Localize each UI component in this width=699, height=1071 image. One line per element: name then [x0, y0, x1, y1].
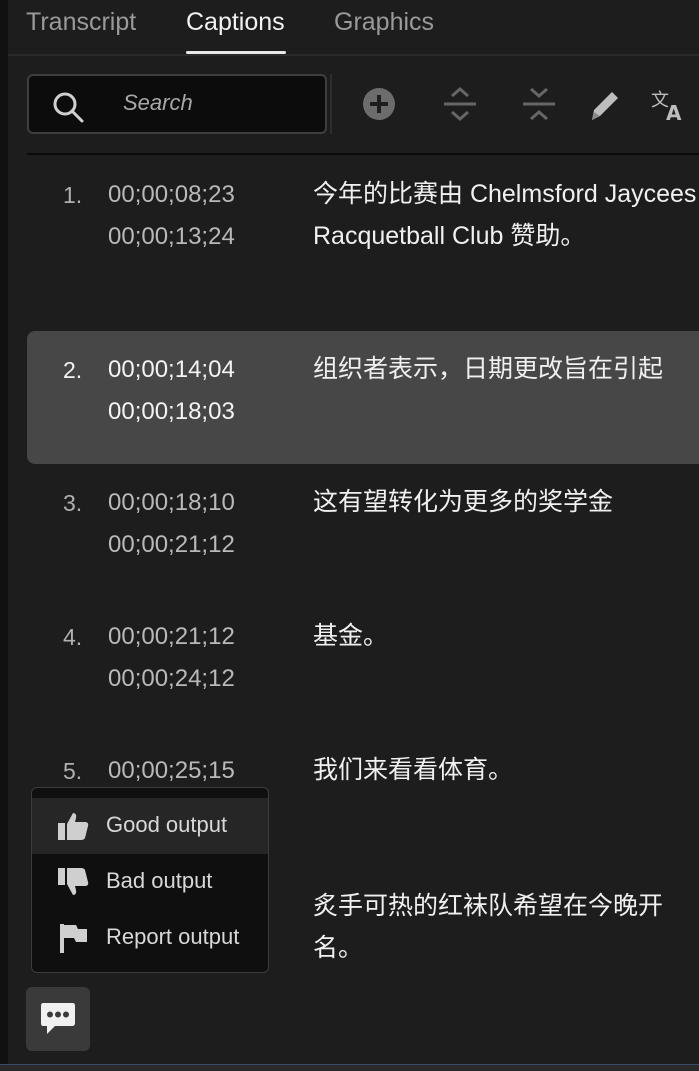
report-output-item[interactable]: Report output — [32, 910, 268, 966]
panel-left-border — [0, 0, 8, 1071]
tab-graphics[interactable]: Graphics — [334, 8, 434, 37]
caption-row[interactable]: 1. 00;00;08;23 00;00;13;24 今年的比赛由 Chelms… — [27, 172, 699, 312]
toolbar-divider — [330, 74, 332, 134]
caption-end-timecode[interactable]: 00;00;21;12 — [108, 531, 235, 559]
caption-text[interactable]: 我们来看看体育。 — [313, 749, 513, 791]
edit-icon[interactable] — [584, 84, 624, 124]
good-output-item[interactable]: Good output — [32, 798, 268, 854]
caption-end-timecode[interactable]: 00;00;13;24 — [108, 223, 235, 251]
caption-text-line: 名。 — [313, 934, 364, 962]
caption-row[interactable]: 4. 00;00;21;12 00;00;24;12 基金。 — [27, 614, 699, 744]
caption-text-line: 这有望转化为更多的奖学金 — [313, 488, 614, 516]
search-icon — [53, 92, 84, 123]
panel-bottom-border — [0, 1064, 699, 1071]
bad-output-label: Bad output — [106, 868, 213, 893]
caption-row-selected[interactable]: 2. 00;00;14;04 00;00;18;03 组织者表示，日期更改旨在引… — [27, 331, 699, 464]
feedback-menu: Good output Bad output Report output — [31, 787, 269, 973]
feedback-button[interactable] — [26, 987, 90, 1051]
svg-text:A: A — [666, 101, 682, 124]
translate-icon[interactable]: 文 A — [648, 84, 688, 125]
caption-index: 5. — [63, 758, 83, 784]
caption-text-line: 今年的比赛由 Chelmsford Jaycees — [313, 180, 697, 208]
caption-text[interactable]: 今年的比赛由 Chelmsford Jaycees Racquetball Cl… — [313, 173, 696, 257]
caption-text-line: 我们来看看体育。 — [313, 756, 514, 784]
caption-start-timecode[interactable]: 00;00;25;15 — [108, 757, 235, 785]
caption-end-timecode[interactable]: 00;00;24;12 — [108, 665, 235, 693]
good-output-label: Good output — [106, 812, 228, 837]
caption-text-line: Racquetball Club 赞助。 — [313, 222, 586, 250]
caption-text[interactable]: 炙手可热的红袜队希望在今晚开 名。 — [313, 885, 663, 969]
caption-end-timecode[interactable]: 00;00;18;03 — [108, 398, 235, 426]
split-caption-icon[interactable] — [440, 84, 480, 124]
caption-text-line: 炙手可热的红袜队希望在今晚开 — [313, 892, 664, 920]
bad-output-item[interactable]: Bad output — [32, 854, 268, 910]
merge-caption-icon[interactable] — [519, 84, 559, 124]
report-output-label: Report output — [106, 924, 240, 949]
add-caption-icon[interactable] — [359, 84, 399, 124]
caption-text[interactable]: 组织者表示，日期更改旨在引起 — [313, 348, 663, 390]
search-placeholder: Search — [123, 90, 193, 115]
caption-start-timecode[interactable]: 00;00;18;10 — [108, 489, 235, 517]
caption-start-timecode[interactable]: 00;00;21;12 — [108, 623, 235, 651]
caption-row[interactable]: 3. 00;00;18;10 00;00;21;12 这有望转化为更多的奖学金 — [27, 480, 699, 610]
caption-index: 1. — [63, 182, 83, 208]
tab-captions[interactable]: Captions — [186, 8, 285, 37]
caption-index: 3. — [63, 490, 83, 516]
caption-text[interactable]: 基金。 — [313, 615, 388, 657]
thumbs-up-icon — [58, 813, 89, 840]
caption-text-line: 基金。 — [313, 622, 389, 650]
tab-bar: Transcript Captions Graphics — [8, 0, 699, 56]
caption-text-line: 组织者表示，日期更改旨在引起 — [313, 355, 664, 383]
caption-text[interactable]: 这有望转化为更多的奖学金 — [313, 481, 613, 523]
chat-bubble-icon — [41, 1003, 75, 1034]
tab-transcript[interactable]: Transcript — [26, 8, 136, 37]
flag-icon — [60, 924, 87, 953]
search-field[interactable]: Search — [27, 74, 327, 134]
caption-start-timecode[interactable]: 00;00;08;23 — [108, 181, 235, 209]
caption-index: 2. — [63, 357, 83, 383]
caption-index: 4. — [63, 624, 83, 650]
thumbs-down-icon — [58, 868, 89, 895]
caption-start-timecode[interactable]: 00;00;14;04 — [108, 356, 235, 384]
active-tab-indicator — [186, 51, 286, 54]
caption-list-border — [27, 153, 699, 155]
